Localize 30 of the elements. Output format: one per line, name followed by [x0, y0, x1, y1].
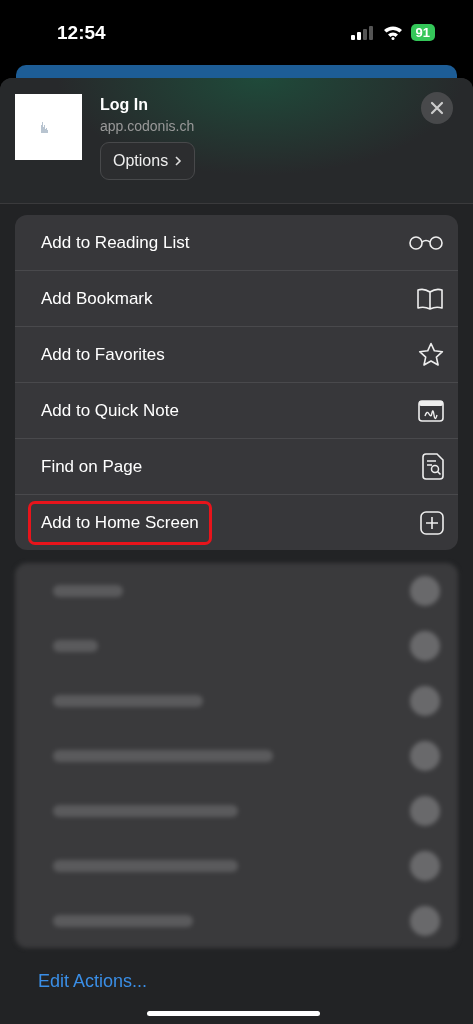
- action-label: Add to Quick Note: [40, 399, 180, 422]
- add-square-icon: [420, 510, 444, 535]
- glasses-icon: [408, 235, 444, 250]
- chevron-right-icon: [174, 155, 183, 167]
- page-title: Log In: [100, 96, 148, 114]
- page-thumbnail: [15, 94, 82, 160]
- action-label: Add Bookmark: [40, 287, 154, 310]
- book-icon: [416, 287, 444, 310]
- status-time: 12:54: [57, 21, 106, 44]
- options-button[interactable]: Options: [100, 142, 196, 180]
- action-label: Add to Home Screen: [28, 500, 212, 545]
- action-row[interactable]: Add to Home Screen: [15, 495, 458, 550]
- action-row[interactable]: Add to Favorites: [15, 327, 458, 383]
- action-row[interactable]: Find on Page: [15, 439, 458, 495]
- quick-note-icon: [418, 399, 444, 422]
- battery-indicator: 91: [410, 24, 435, 41]
- edit-actions-link[interactable]: Edit Actions...: [38, 971, 473, 992]
- signal-icon: [350, 25, 375, 40]
- find-on-page-icon: [422, 453, 444, 480]
- action-label: Find on Page: [40, 455, 144, 478]
- close-icon: [430, 101, 444, 115]
- action-label: Add to Reading List: [40, 231, 191, 254]
- wifi-icon: [382, 25, 403, 40]
- action-row[interactable]: Add to Quick Note: [15, 383, 458, 439]
- star-icon: [418, 342, 444, 367]
- page-url: app.codonis.ch: [100, 118, 195, 134]
- action-row[interactable]: Add Bookmark: [15, 271, 458, 327]
- close-button[interactable]: [421, 92, 453, 124]
- action-label: Add to Favorites: [40, 343, 166, 366]
- action-row[interactable]: Add to Reading List: [15, 215, 458, 271]
